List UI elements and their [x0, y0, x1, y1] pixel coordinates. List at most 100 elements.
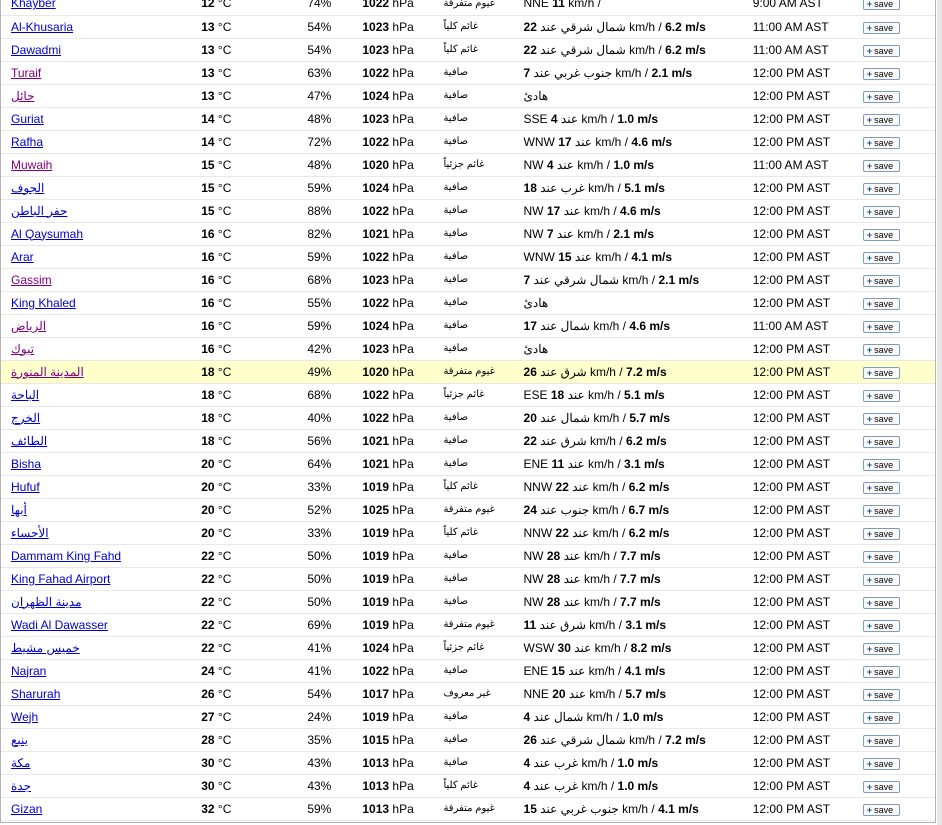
save-button[interactable]: + save [862, 251, 901, 264]
wind-speed: 28 [546, 571, 561, 586]
city-link[interactable]: Muwaih [11, 158, 52, 172]
wind-ms: 1.0 m/s [613, 157, 655, 172]
save-button[interactable]: + save [862, 412, 901, 425]
city-link[interactable]: Al-Khusaria [11, 20, 73, 34]
city-link[interactable]: خميس مشيط [11, 641, 80, 655]
city-link[interactable]: جدة [11, 779, 31, 793]
city-link[interactable]: Guriat [11, 112, 44, 126]
save-button[interactable]: + save [862, 205, 901, 218]
wind-speed: 17 [523, 318, 537, 333]
city-link[interactable]: Wadi Al Dawasser [11, 618, 108, 632]
city-link[interactable]: الأحساء [11, 526, 49, 540]
save-button[interactable]: + save [862, 780, 901, 793]
save-button[interactable]: + save [862, 366, 901, 379]
save-button[interactable]: + save [862, 573, 901, 586]
wind-speed: 28 [546, 548, 561, 563]
save-button[interactable]: + save [862, 343, 901, 356]
save-button[interactable]: + save [862, 136, 901, 149]
save-button[interactable]: + save [862, 182, 901, 195]
wind-ms: 4.6 m/s [629, 318, 671, 333]
table-row: تبوك 16 °C 42% 1023 hPa صافية هادئ 12:00… [1, 337, 935, 361]
city-link[interactable]: Khayber [11, 0, 56, 10]
city-link[interactable]: Wejh [11, 710, 38, 724]
city-link[interactable]: الخرج [11, 411, 40, 425]
plus-icon: + [866, 413, 873, 424]
table-row: الباحة 18 °C 68% 1022 hPa غائم جزئياً ES… [1, 383, 935, 407]
time-cell: 12:00 PM AST [752, 268, 863, 292]
save-button[interactable]: + save [862, 711, 901, 724]
save-button[interactable]: + save [862, 458, 901, 471]
save-button[interactable]: + save [862, 0, 901, 11]
city-link[interactable]: Turaif [11, 66, 41, 80]
pressure-unit: hPa [392, 341, 414, 356]
city-link[interactable]: الجوف [11, 181, 44, 195]
wind-speed: 22 [555, 525, 569, 540]
city-link[interactable]: Hufuf [11, 480, 40, 494]
save-button[interactable]: + save [862, 297, 901, 310]
save-button[interactable]: + save [862, 688, 901, 701]
save-button[interactable]: + save [862, 21, 901, 34]
city-cell: Khayber [1, 0, 202, 16]
city-link[interactable]: Gassim [11, 273, 52, 287]
save-button[interactable]: + save [862, 803, 901, 816]
vertical-scrollbar[interactable] [937, 0, 942, 825]
city-link[interactable]: ينبع [11, 733, 28, 747]
save-button[interactable]: + save [862, 596, 901, 609]
city-link[interactable]: King Khaled [11, 296, 76, 310]
save-button[interactable]: + save [862, 642, 901, 655]
city-link[interactable]: Bisha [11, 457, 41, 471]
city-link[interactable]: مكة [11, 756, 31, 770]
table-row: حفر الباطن 15 °C 88% 1022 hPa صافية NW 1… [1, 199, 935, 223]
save-button[interactable]: + save [862, 665, 901, 678]
wind-speed: 22 [523, 19, 537, 34]
save-button[interactable]: + save [862, 435, 901, 448]
wind-ms: 2.1 m/s [658, 272, 700, 287]
city-link[interactable]: الطائف [11, 434, 47, 448]
save-button[interactable]: + save [862, 90, 901, 103]
save-button[interactable]: + save [862, 504, 901, 517]
save-button[interactable]: + save [862, 389, 901, 402]
save-cell: + save [862, 15, 935, 39]
city-link[interactable]: Arar [11, 250, 34, 264]
city-link[interactable]: Dammam King Fahd [11, 549, 121, 563]
city-link[interactable]: Al Qaysumah [11, 227, 83, 241]
save-button[interactable]: + save [862, 619, 901, 632]
city-link[interactable]: Gizan [11, 802, 42, 816]
pressure-value: 1023 [362, 341, 390, 356]
plus-icon: + [866, 528, 873, 539]
plus-icon: + [866, 344, 873, 355]
wind-speed: 20 [523, 410, 537, 425]
city-link[interactable]: Najran [11, 664, 46, 678]
city-link[interactable]: الرياض [11, 319, 46, 333]
wind-text: هادئ [523, 341, 549, 356]
city-link[interactable]: Dawadmi [11, 43, 61, 57]
plus-icon: + [866, 505, 873, 516]
save-button[interactable]: + save [862, 734, 901, 747]
save-button[interactable]: + save [862, 481, 901, 494]
save-button[interactable]: + save [862, 44, 901, 57]
save-button[interactable]: + save [862, 67, 901, 80]
save-button[interactable]: + save [862, 320, 901, 333]
city-link[interactable]: حائل [11, 89, 35, 103]
city-link[interactable]: Rafha [11, 135, 43, 149]
city-link[interactable]: Sharurah [11, 687, 60, 701]
time-cell: 12:00 PM AST [752, 291, 863, 315]
save-button[interactable]: + save [862, 228, 901, 241]
city-link[interactable]: الباحة [11, 388, 39, 402]
city-link[interactable]: المدينة المنورة [11, 365, 84, 379]
city-link[interactable]: أبها [11, 503, 27, 517]
save-button[interactable]: + save [862, 527, 901, 540]
wind-ms: 4.6 m/s [620, 203, 661, 218]
save-button[interactable]: + save [862, 757, 901, 770]
wind-text: غرب عند km/h / [533, 778, 615, 793]
save-button[interactable]: + save [862, 550, 901, 563]
condition-cell: غائم كلياً [443, 521, 524, 545]
save-button[interactable]: + save [862, 159, 901, 172]
city-link[interactable]: تبوك [11, 342, 34, 356]
city-link[interactable]: حفر الباطن [11, 204, 67, 218]
save-button[interactable]: + save [862, 274, 901, 287]
save-button[interactable]: + save [862, 113, 901, 126]
city-link[interactable]: King Fahad Airport [11, 572, 110, 586]
wind-text: عند km/h / [563, 548, 617, 563]
city-link[interactable]: مدينة الظهران [11, 595, 82, 609]
